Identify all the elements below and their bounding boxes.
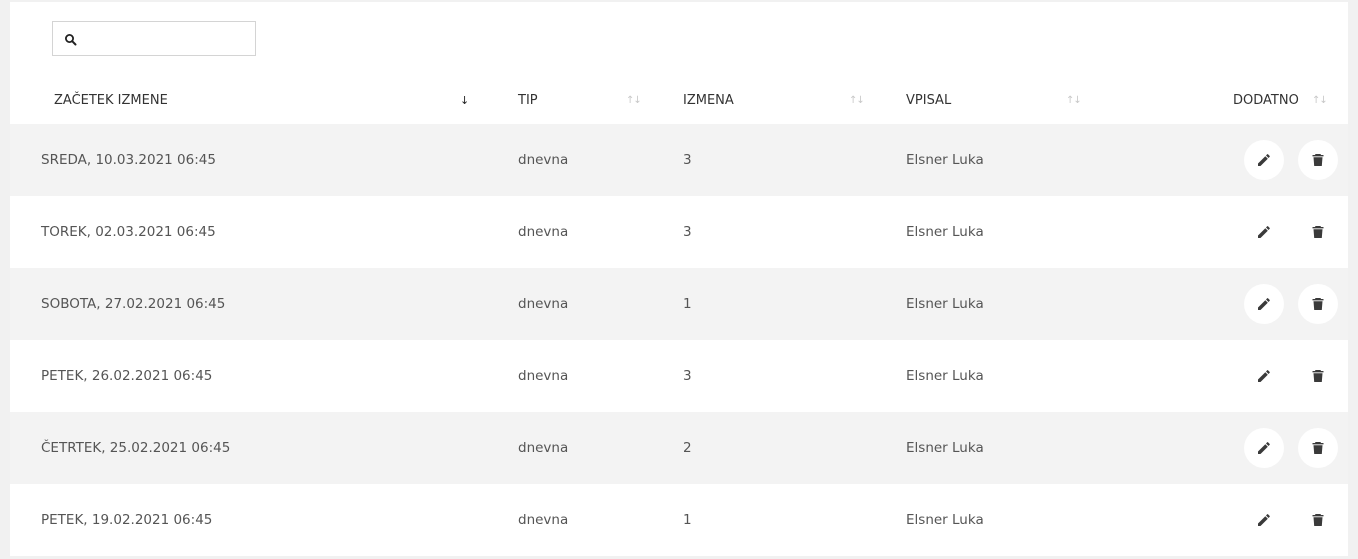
table-row[interactable]: SREDA, 10.03.2021 06:45 dnevna 3 Elsner … bbox=[10, 124, 1348, 196]
trash-icon bbox=[1312, 226, 1324, 238]
trash-icon bbox=[1312, 514, 1324, 526]
cell-type: dnevna bbox=[518, 440, 569, 456]
shifts-panel: ZAČETEK IZMENE ↓ TIP ↑↓ IZMENA ↑↓ VPISAL… bbox=[10, 2, 1348, 556]
cell-start: TOREK, 02.03.2021 06:45 bbox=[41, 224, 216, 240]
search-icon bbox=[65, 34, 77, 46]
cell-entered-by: Elsner Luka bbox=[906, 296, 984, 312]
cell-shift: 1 bbox=[683, 512, 692, 528]
cell-entered-by: Elsner Luka bbox=[906, 440, 984, 456]
cell-type: dnevna bbox=[518, 224, 569, 240]
cell-entered-by: Elsner Luka bbox=[906, 224, 984, 240]
cell-shift: 3 bbox=[683, 224, 692, 240]
column-header-extra[interactable]: DODATNO bbox=[1233, 80, 1299, 120]
cell-start: ČETRTEK, 25.02.2021 06:45 bbox=[41, 440, 231, 456]
edit-button[interactable] bbox=[1244, 284, 1284, 324]
trash-icon bbox=[1312, 442, 1324, 454]
trash-icon bbox=[1312, 154, 1324, 166]
search-box[interactable] bbox=[52, 21, 256, 56]
pencil-icon bbox=[1258, 514, 1270, 526]
sort-icon[interactable]: ↑↓ bbox=[1066, 80, 1082, 120]
cell-start: SREDA, 10.03.2021 06:45 bbox=[41, 152, 216, 168]
column-header-shift[interactable]: IZMENA bbox=[683, 80, 734, 120]
table-row[interactable]: PETEK, 19.02.2021 06:45 dnevna 1 Elsner … bbox=[10, 484, 1348, 556]
sort-icon[interactable]: ↑↓ bbox=[849, 80, 865, 120]
table-row[interactable]: PETEK, 26.02.2021 06:45 dnevna 3 Elsner … bbox=[10, 340, 1348, 412]
table-row[interactable]: ČETRTEK, 25.02.2021 06:45 dnevna 2 Elsne… bbox=[10, 412, 1348, 484]
sort-desc-icon[interactable]: ↓ bbox=[460, 80, 469, 120]
sort-icon[interactable]: ↑↓ bbox=[626, 80, 642, 120]
cell-shift: 3 bbox=[683, 368, 692, 384]
cell-type: dnevna bbox=[518, 368, 569, 384]
delete-button[interactable] bbox=[1298, 500, 1338, 540]
cell-start: PETEK, 26.02.2021 06:45 bbox=[41, 368, 213, 384]
cell-entered-by: Elsner Luka bbox=[906, 152, 984, 168]
edit-button[interactable] bbox=[1244, 212, 1284, 252]
cell-start: SOBOTA, 27.02.2021 06:45 bbox=[41, 296, 226, 312]
pencil-icon bbox=[1258, 154, 1270, 166]
cell-shift: 1 bbox=[683, 296, 692, 312]
edit-button[interactable] bbox=[1244, 500, 1284, 540]
pencil-icon bbox=[1258, 226, 1270, 238]
delete-button[interactable] bbox=[1298, 284, 1338, 324]
edit-button[interactable] bbox=[1244, 356, 1284, 396]
table-header: ZAČETEK IZMENE ↓ TIP ↑↓ IZMENA ↑↓ VPISAL… bbox=[10, 80, 1348, 120]
column-header-type[interactable]: TIP bbox=[518, 80, 538, 120]
delete-button[interactable] bbox=[1298, 356, 1338, 396]
cell-shift: 3 bbox=[683, 152, 692, 168]
trash-icon bbox=[1312, 370, 1324, 382]
edit-button[interactable] bbox=[1244, 140, 1284, 180]
cell-type: dnevna bbox=[518, 152, 569, 168]
delete-button[interactable] bbox=[1298, 428, 1338, 468]
cell-start: PETEK, 19.02.2021 06:45 bbox=[41, 512, 213, 528]
search-input[interactable] bbox=[83, 26, 251, 52]
column-header-start[interactable]: ZAČETEK IZMENE bbox=[54, 80, 168, 120]
cell-entered-by: Elsner Luka bbox=[906, 368, 984, 384]
table-row[interactable]: SOBOTA, 27.02.2021 06:45 dnevna 1 Elsner… bbox=[10, 268, 1348, 340]
pencil-icon bbox=[1258, 442, 1270, 454]
pencil-icon bbox=[1258, 370, 1270, 382]
sort-icon[interactable]: ↑↓ bbox=[1312, 80, 1328, 120]
trash-icon bbox=[1312, 298, 1324, 310]
edit-button[interactable] bbox=[1244, 428, 1284, 468]
delete-button[interactable] bbox=[1298, 140, 1338, 180]
cell-type: dnevna bbox=[518, 296, 569, 312]
table-row[interactable]: TOREK, 02.03.2021 06:45 dnevna 3 Elsner … bbox=[10, 196, 1348, 268]
cell-entered-by: Elsner Luka bbox=[906, 512, 984, 528]
delete-button[interactable] bbox=[1298, 212, 1338, 252]
cell-type: dnevna bbox=[518, 512, 569, 528]
pencil-icon bbox=[1258, 298, 1270, 310]
column-header-entered-by[interactable]: VPISAL bbox=[906, 80, 951, 120]
cell-shift: 2 bbox=[683, 440, 692, 456]
